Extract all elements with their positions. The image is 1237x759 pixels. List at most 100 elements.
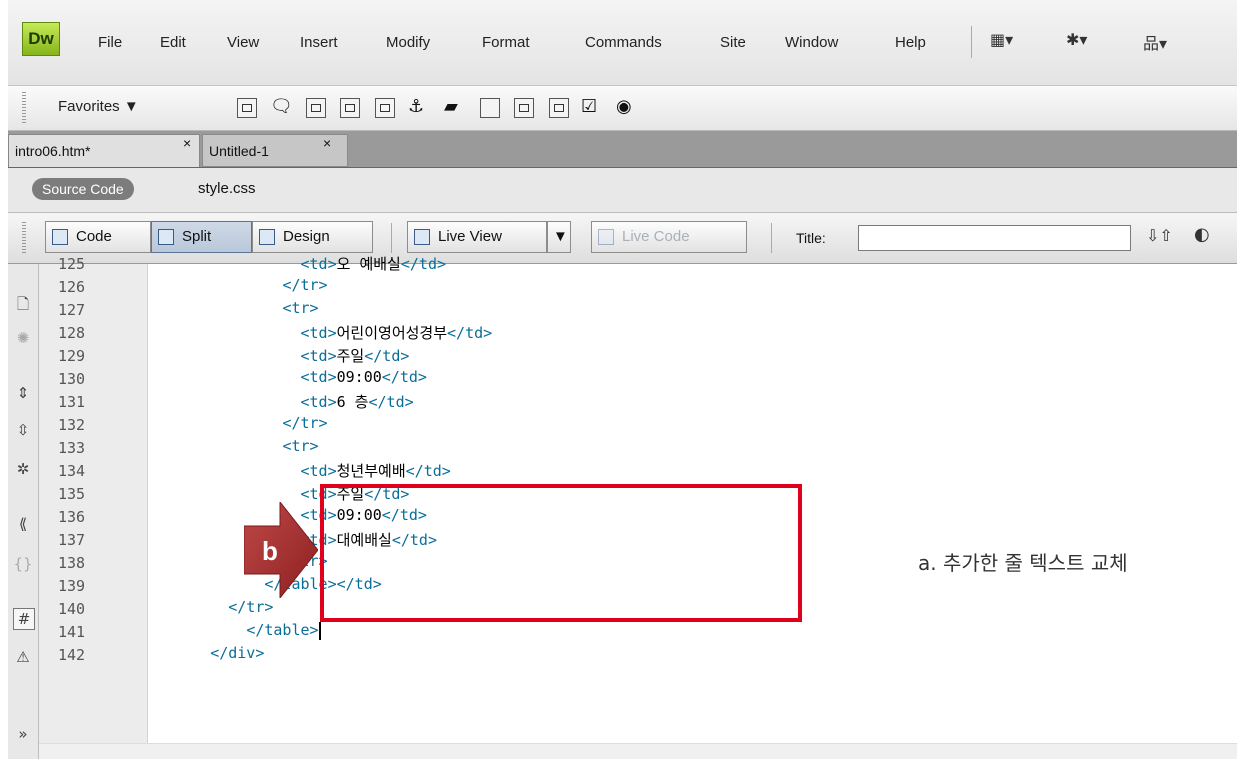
chevron-down-icon: ▾ bbox=[1159, 34, 1168, 53]
open-documents-icon[interactable]: 🗋 bbox=[13, 294, 33, 314]
related-file-style-css[interactable]: style.css bbox=[198, 180, 256, 197]
code-line[interactable]: </div> bbox=[156, 644, 264, 667]
menu-site[interactable]: Site bbox=[720, 34, 746, 51]
radio-icon[interactable]: ◉ bbox=[616, 96, 632, 117]
menu-file[interactable]: File bbox=[98, 34, 122, 51]
code-line[interactable]: </table> bbox=[156, 621, 321, 644]
favorites-dropdown[interactable]: Favorites ▼ bbox=[58, 98, 139, 115]
tab-untitled-1[interactable]: Untitled-1 × bbox=[202, 134, 348, 167]
show-code-navigator-icon[interactable]: ✺ bbox=[13, 328, 33, 348]
code-tag: </table> bbox=[246, 621, 319, 639]
text-field-icon[interactable] bbox=[514, 98, 534, 118]
line-number: 136 bbox=[58, 508, 86, 526]
code-tag: <tr> bbox=[282, 437, 319, 455]
related-files-bar: Source Code style.css bbox=[8, 168, 1237, 213]
menu-view[interactable]: View bbox=[227, 34, 259, 51]
design-view-button[interactable]: Design bbox=[252, 221, 373, 253]
code-line[interactable]: <td>오 예배실</td> bbox=[156, 253, 447, 276]
menu-help[interactable]: Help bbox=[895, 34, 926, 51]
highlight-invalid-code-icon[interactable]: ⚠ bbox=[13, 647, 33, 667]
split-view-button[interactable]: Split bbox=[151, 221, 252, 253]
menu-commands[interactable]: Commands bbox=[585, 34, 662, 51]
dreamweaver-window: Dw File Edit View Insert Modify Format C… bbox=[8, 0, 1237, 759]
code-tag: </td> bbox=[447, 324, 493, 342]
menu-format[interactable]: Format bbox=[482, 34, 530, 51]
code-text: 09:00 bbox=[336, 368, 382, 386]
gear-icon[interactable]: ✱▾ bbox=[1066, 30, 1087, 49]
code-text: 어린이영어성경부 bbox=[336, 324, 448, 342]
menubar: Dw File Edit View Insert Modify Format C… bbox=[8, 0, 1237, 86]
tab-intro06[interactable]: intro06.htm* × bbox=[8, 134, 200, 167]
expand-all-icon[interactable]: ✲ bbox=[13, 459, 33, 479]
more-tools-icon[interactable]: » bbox=[13, 724, 33, 744]
code-line[interactable]: <td>09:00</td> bbox=[156, 368, 427, 391]
close-icon[interactable]: × bbox=[323, 135, 331, 151]
layout-icon[interactable]: ▦▾ bbox=[990, 30, 1013, 49]
line-number: 133 bbox=[58, 439, 86, 457]
code-tag: <td> bbox=[300, 393, 337, 411]
close-icon[interactable]: × bbox=[183, 135, 191, 151]
line-number-gutter bbox=[39, 264, 148, 759]
table-icon[interactable] bbox=[306, 98, 326, 118]
code-line[interactable]: </tr> bbox=[156, 414, 327, 437]
live-code-button[interactable]: Live Code bbox=[591, 221, 747, 253]
image-icon[interactable] bbox=[340, 98, 360, 118]
code-line[interactable]: </tr> bbox=[156, 276, 327, 299]
title-input[interactable] bbox=[858, 225, 1131, 251]
source-code-button[interactable]: Source Code bbox=[32, 178, 134, 200]
collapse-selection-icon[interactable]: ⇳ bbox=[13, 420, 33, 440]
collapse-full-tag-icon[interactable]: ⇕ bbox=[13, 383, 33, 403]
menu-edit[interactable]: Edit bbox=[160, 34, 186, 51]
code-line[interactable]: <td>6 층</td> bbox=[156, 391, 414, 414]
horizontal-scrollbar[interactable] bbox=[39, 743, 1237, 759]
grip-handle[interactable] bbox=[22, 92, 26, 124]
code-line[interactable]: <tr> bbox=[156, 437, 319, 460]
line-number: 141 bbox=[58, 623, 86, 641]
rollover-image-icon[interactable] bbox=[375, 98, 395, 118]
textarea-icon[interactable] bbox=[549, 98, 569, 118]
menu-window[interactable]: Window bbox=[785, 34, 838, 51]
line-number: 138 bbox=[58, 554, 86, 572]
comment-icon[interactable]: 🗨 bbox=[270, 96, 293, 117]
flash-icon[interactable]: ▰ bbox=[444, 96, 458, 117]
line-number: 127 bbox=[58, 301, 86, 319]
code-line[interactable]: </tr> bbox=[156, 598, 273, 621]
live-view-dropdown[interactable]: ▼ bbox=[547, 221, 571, 253]
anchor-icon[interactable]: ⚓ bbox=[408, 96, 424, 117]
site-icon[interactable]: 品▾ bbox=[1143, 30, 1167, 54]
code-tag: <tr> bbox=[282, 299, 319, 317]
menu-insert[interactable]: Insert bbox=[300, 34, 338, 51]
form-icon[interactable] bbox=[480, 98, 500, 118]
toolbar-separator bbox=[391, 223, 392, 253]
chevron-down-icon: ▾ bbox=[1005, 30, 1014, 49]
list-icon[interactable] bbox=[237, 98, 257, 118]
grip-handle[interactable] bbox=[22, 222, 26, 254]
select-parent-tag-icon[interactable]: ⟪ bbox=[13, 514, 33, 534]
annotation-note: a. 추가한 줄 텍스트 교체 bbox=[918, 551, 1128, 575]
code-view-button[interactable]: Code bbox=[45, 221, 151, 253]
code-tag: </td> bbox=[400, 255, 447, 273]
code-line[interactable]: <td>청년부예배</td> bbox=[156, 460, 451, 483]
preview-in-browser-icon[interactable]: ◐ bbox=[1194, 224, 1210, 245]
line-number: 132 bbox=[58, 416, 86, 434]
line-numbers-icon[interactable]: # bbox=[13, 608, 35, 630]
menu-modify[interactable]: Modify bbox=[386, 34, 430, 51]
code-tag: </td> bbox=[368, 393, 414, 411]
annotation-badge: b bbox=[262, 536, 278, 566]
line-number: 135 bbox=[58, 485, 86, 503]
line-number: 130 bbox=[58, 370, 86, 388]
code-line[interactable]: <td>어린이영어성경부</td> bbox=[156, 322, 493, 345]
live-view-button[interactable]: Live View bbox=[407, 221, 547, 253]
line-number: 131 bbox=[58, 393, 86, 411]
code-line[interactable]: <td>주일</td> bbox=[156, 345, 410, 368]
tab-label: intro06.htm* bbox=[15, 143, 91, 159]
annotation-highlight-box bbox=[320, 484, 802, 622]
checkbox-icon[interactable]: ☑ bbox=[581, 96, 597, 117]
file-management-icon[interactable]: ⇩⇧ bbox=[1146, 226, 1173, 245]
code-line[interactable]: <tr> bbox=[156, 299, 319, 322]
balance-braces-icon[interactable]: {} bbox=[13, 554, 33, 574]
